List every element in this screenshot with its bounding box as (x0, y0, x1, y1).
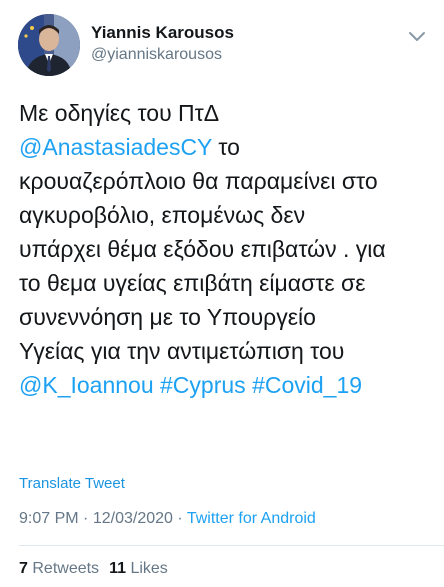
mention-link[interactable]: @K_Ioannou (19, 372, 154, 398)
tweet-text-line: αγκυροβόλιο, επομένως δεν (19, 198, 429, 232)
retweets-label: Retweets (32, 560, 100, 577)
tweet-text: Με οδηγίες του ΠτΔ @AnastasiadesCY το κρου… (19, 96, 429, 402)
tweet-text-span: συνεννόηση με το Υπουργείο (19, 304, 316, 330)
tweet-text-line: Με οδηγίες του ΠτΔ (19, 96, 429, 130)
retweets-count: 7 (19, 560, 28, 577)
tweet-text-line: το θεμα υγείας επιβάτη είμαστε σε (19, 266, 429, 300)
author-name[interactable]: Yiannis Karousos (91, 23, 234, 43)
tweet-text-span: το (211, 134, 240, 160)
hashtag-link[interactable]: #Covid_19 (252, 372, 362, 398)
tweet-time: 9:07 PM (19, 510, 79, 527)
tweet-meta: 9:07 PM · 12/03/2020 · Twitter for Andro… (19, 510, 316, 528)
retweets-stat[interactable]: 7 Retweets (19, 560, 99, 577)
author-handle[interactable]: @yianniskarousos (91, 46, 222, 64)
tweet-text-span: Υγείας για την αντιμετώπιση του (19, 338, 345, 364)
tweet-text-line: @AnastasiadesCY το (19, 130, 429, 164)
tweet-text-line: συνεννόηση με το Υπουργείο (19, 300, 429, 334)
likes-label: Likes (130, 560, 168, 577)
tweet-text-span: υπάρχει θέμα εξόδου επιβατών . για (19, 236, 386, 262)
tweet-text-span: αγκυροβόλιο, επομένως δεν (19, 202, 306, 228)
tweet-text-span: κρουαζερόπλοιο θα παραμείνει στο (19, 168, 378, 194)
hashtag-link[interactable]: #Cyprus (160, 372, 246, 398)
tweet-text-line: Υγείας για την αντιμετώπιση του (19, 334, 429, 368)
tweet-text-line: @K_Ioannou #Cyprus #Covid_19 (19, 368, 429, 402)
tweet-stats: 7 Retweets 11 Likes (19, 560, 168, 578)
profile-photo (18, 14, 80, 76)
meta-separator: · (177, 510, 183, 527)
avatar[interactable] (18, 14, 80, 76)
likes-stat[interactable]: 11 Likes (109, 560, 168, 577)
likes-count: 11 (109, 560, 126, 577)
tweet-source-link[interactable]: Twitter for Android (187, 510, 316, 527)
meta-separator: · (83, 510, 89, 527)
tweet-text-span: το θεμα υγείας επιβάτη είμαστε σε (19, 270, 366, 296)
tweet-date: 12/03/2020 (92, 510, 173, 527)
tweet-card: Yiannis Karousos @yianniskarousos Με οδη… (0, 0, 444, 587)
chevron-down-icon[interactable] (408, 30, 426, 44)
tweet-text-line: υπάρχει θέμα εξόδου επιβατών . για (19, 232, 429, 266)
translate-tweet-link[interactable]: Translate Tweet (19, 475, 125, 492)
tweet-text-span: Με οδηγίες του ΠτΔ (19, 100, 220, 126)
tweet-text-line: κρουαζερόπλοιο θα παραμείνει στο (19, 164, 429, 198)
divider (19, 545, 444, 546)
mention-link[interactable]: @AnastasiadesCY (19, 134, 212, 160)
